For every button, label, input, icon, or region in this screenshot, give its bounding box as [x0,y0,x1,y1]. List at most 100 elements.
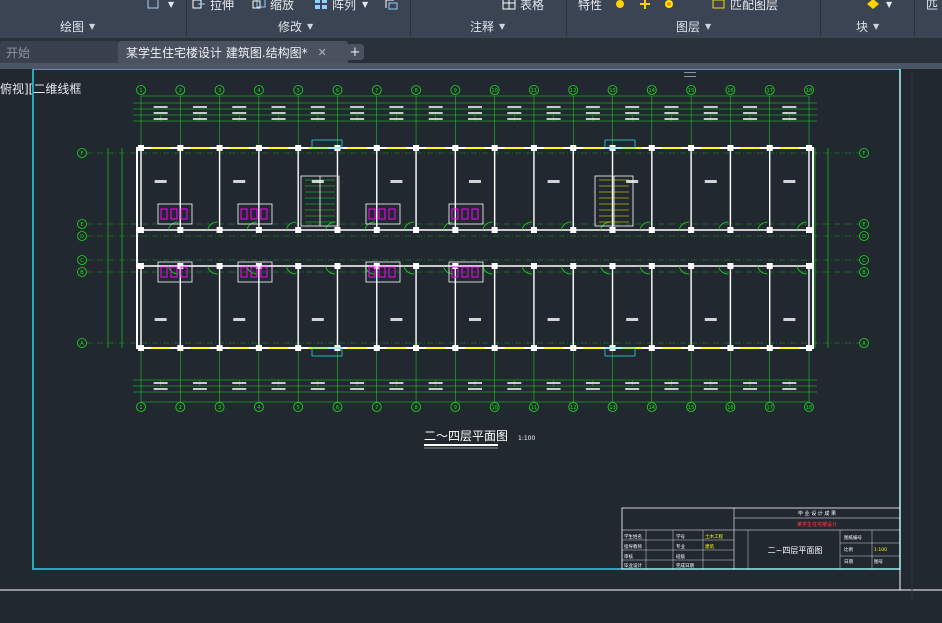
structural-column [255,345,262,351]
splitter-grip-icon[interactable] [684,72,696,77]
axis-label: 14 [649,88,655,94]
structural-column [138,227,144,233]
axis-label: C [862,258,866,264]
ribbon-tool-overflow[interactable]: 匹 [926,0,938,12]
entrance-canopy [604,347,636,357]
copy-clip-button[interactable] [384,0,402,12]
chevron-down-icon: ▼ [705,21,712,31]
panel-modify[interactable]: 修改 ▼ [278,17,313,35]
chevron-down-icon: ▼ [873,21,880,31]
structural-column [452,227,459,233]
sanitary-fixture [471,208,479,220]
match-layer-button[interactable]: 匹配图层 [712,0,778,12]
dimension-text [389,106,404,108]
table-button[interactable]: 表格 [502,0,544,12]
dimension-text [428,382,443,384]
room-label [626,180,639,183]
panel-annotate[interactable]: 注释 ▼ [470,17,505,35]
axis-label: D [80,234,84,240]
structural-column [766,227,773,233]
stretch-icon [192,0,206,10]
room-label [469,180,481,183]
dimension-text [743,112,758,114]
room-label [233,318,246,321]
axis-label: 18 [806,405,812,411]
door-swing [285,265,297,275]
structural-column [648,345,655,351]
close-icon[interactable]: ✕ [318,46,327,59]
axis-label: 11 [531,405,537,411]
tab-document[interactable]: 某学生住宅楼设计 建筑图.结构图* ✕ [118,41,348,63]
layer-off-button[interactable] [662,0,680,12]
drawing-canvas[interactable]: 1122334455667788991010111112121313141415… [0,0,942,623]
viewport-label[interactable]: 俯视][二维线框 [0,80,81,97]
panel-draw[interactable]: 绘图 ▼ [60,17,95,35]
structural-column [491,263,498,269]
axis-label: 8 [414,88,417,94]
dimension-text [192,112,207,114]
copy-clip-icon [384,0,398,10]
sanitary-fixture [260,208,268,220]
dimension-text [703,118,718,120]
axis-label: 2 [179,405,182,411]
door-swing [403,265,415,275]
layer-freeze-button[interactable] [638,0,656,12]
room-label [783,180,796,183]
dimension-text [625,382,640,384]
panel-block[interactable]: 块 ▼ [856,17,879,35]
dimension-text [310,118,325,120]
structural-column [609,263,616,269]
axis-label: 1 [139,405,142,411]
door-swing [796,265,808,275]
door-swing [285,221,297,231]
dimension-text [507,382,522,384]
scale-button[interactable]: 缩放 [252,0,294,12]
title-block[interactable]: 毕 业 设 计 成 果 某学生住宅楼设计 二~四层平面图 学生姓名 指导教师 审… [621,507,901,570]
room-label [390,180,403,183]
axis-label: 11 [531,88,537,94]
dimension-text [546,388,561,390]
room-label [154,318,167,321]
dimension-text [271,388,286,390]
structural-column [138,145,144,151]
dimension-text [546,112,561,114]
axis-label: 14 [649,405,655,411]
structural-column [413,345,420,351]
tab-start[interactable]: 开始 [0,41,118,63]
structural-column [570,345,577,351]
structural-column [806,227,812,233]
layer-state-button[interactable] [614,0,632,12]
block-insert-icon [866,0,880,10]
door-swing [678,221,690,231]
structural-column [177,345,184,351]
structural-column [413,227,420,233]
ribbon-tool[interactable]: ▼ [146,0,174,12]
scale-icon [252,0,266,10]
axis-label: F [81,151,84,157]
structural-column [177,263,184,269]
door-swing [560,265,572,275]
dimension-text [585,106,600,108]
stretch-button[interactable]: 拉伸 [192,0,234,12]
room-label [704,318,717,321]
structural-column [138,263,144,269]
dimension-text [743,106,758,108]
tab-strip [0,63,942,69]
new-tab-button[interactable]: + [346,44,364,60]
layer-freeze-icon [638,0,652,10]
dimension-text [232,118,247,120]
dimension-text [703,382,718,384]
properties-button[interactable]: 特性 [578,0,602,12]
chevron-down-icon: ▼ [307,21,314,31]
axis-label: 4 [257,88,260,94]
entrance-canopy [604,139,636,149]
panel-layers[interactable]: 图层 ▼ [676,17,711,35]
array-button[interactable]: 阵列 ▼ [314,0,368,12]
structural-column [295,263,302,269]
block-insert-button[interactable]: ▼ [866,0,892,12]
room-label [704,180,717,183]
structural-column [530,263,537,269]
door-swing [796,221,808,231]
structural-column [727,227,734,233]
axis-label: 3 [218,88,221,94]
